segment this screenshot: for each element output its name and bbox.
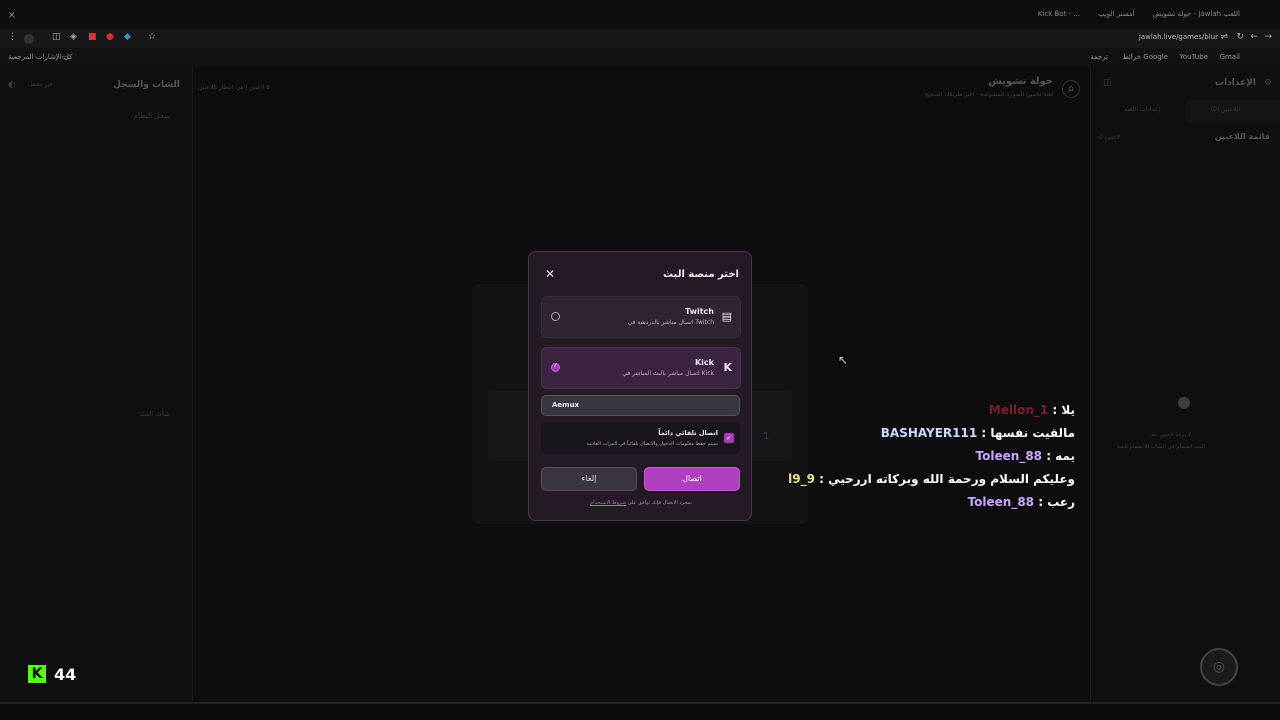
chat-message: Mellon_1 : يلا xyxy=(988,403,1075,417)
bookmarks-bar: كل الإشارات المرجعية ▭ Gmail YouTube خرا… xyxy=(0,48,1280,66)
game-status: ٥ لاعبين | في انتظار اللاعبين xyxy=(198,84,270,91)
players-count: 0 لاعبين xyxy=(1099,134,1120,141)
kick-icon: K xyxy=(723,361,732,374)
viewer-count: 44 xyxy=(54,664,77,684)
twitch-name: Twitch xyxy=(685,307,714,316)
menu-icon[interactable]: ⋮ xyxy=(8,32,17,42)
chat-username: l9_9 xyxy=(788,472,815,486)
bookmark-translate[interactable]: ترجمة xyxy=(1090,53,1108,61)
system-log-label[interactable]: سجل النظام xyxy=(134,112,170,120)
game-title: جولة تشويش xyxy=(988,76,1053,87)
chat-username: BASHAYER111 xyxy=(880,426,978,440)
stream-chat-label[interactable]: شات البث xyxy=(140,410,170,418)
kick-logo-icon: K xyxy=(28,665,46,683)
chat-message: l9_9 : وعليكم السلام ورحمة الله وبركاته … xyxy=(788,472,1075,486)
chat-filter-select[interactable]: غير نشط xyxy=(30,81,53,88)
forward-icon[interactable]: ← xyxy=(1250,32,1258,42)
tab-players-label: اللاعبين (0) xyxy=(1210,106,1240,113)
close-window-icon[interactable]: ✕ xyxy=(8,11,16,21)
close-icon[interactable]: ✕ xyxy=(545,267,555,281)
kick-option[interactable]: K Kick اتصال مباشر بالبث المباشر في Kick xyxy=(541,347,741,389)
modal-title: اختر منصة البث xyxy=(663,269,739,280)
kick-desc: اتصال مباشر بالبث المباشر في Kick xyxy=(622,370,714,377)
modal-footer: بمجرد الاتصال فإنك توافق على شروط الاستخ… xyxy=(529,500,753,506)
settings-title: الإعدادات xyxy=(1215,78,1256,88)
chat-text: رعب xyxy=(1047,495,1075,509)
bottom-bar xyxy=(0,702,1280,720)
chat-panel-title: الشات والسجل xyxy=(113,80,180,90)
profile-avatar[interactable] xyxy=(24,34,34,44)
auto-connect-desc: سيتم حفظ معلومات الدخول والاتصال تلقائيا… xyxy=(586,441,718,447)
home-icon[interactable]: ⌂ xyxy=(1062,80,1080,98)
settings-icon: ⚙ xyxy=(1263,78,1272,88)
browser-nav-bar: ⋮ ◫ ◈ ■ ● ◆ ☆ jawlah.live/games/blur ⇌ ↻… xyxy=(0,30,1280,48)
browser-tab[interactable]: أمستر الويب xyxy=(1098,10,1135,18)
card-number: 1 xyxy=(763,431,770,442)
platform-modal: اختر منصة البث ✕ ▤ Twitch اتصال مباشر با… xyxy=(528,251,752,521)
auto-connect-title: اتصال تلقائي دائماً xyxy=(658,429,718,437)
toggle-icon[interactable]: ◐ xyxy=(8,80,16,90)
bookmark-gmail[interactable]: Gmail xyxy=(1220,53,1240,61)
folder-icon: ▭ xyxy=(62,53,69,61)
twitch-radio[interactable] xyxy=(551,312,560,321)
kick-radio[interactable] xyxy=(551,362,560,372)
back-icon[interactable]: → xyxy=(1264,32,1272,42)
streamer-logo: ◎ xyxy=(1200,648,1238,686)
tab-game-settings[interactable]: إعدادات اللعبة xyxy=(1125,106,1160,113)
cancel-button[interactable]: إلغاء xyxy=(541,467,637,491)
username-input[interactable]: Aemux xyxy=(541,395,740,416)
chat-username: Toleen_88 xyxy=(975,449,1043,463)
empty-players-text: لا يوجد لاعبين بعد xyxy=(1151,432,1192,438)
collapse-icon[interactable]: ◫ xyxy=(1103,78,1112,88)
chat-username: Toleen_88 xyxy=(967,495,1035,509)
auto-connect-checkbox[interactable]: ✓ xyxy=(724,433,734,443)
footer-text: بمجرد الاتصال فإنك توافق على xyxy=(627,500,692,506)
settings-panel: الإعدادات ⚙ ◫ اللاعبين (0) إعدادات اللعب… xyxy=(1090,66,1280,702)
bookmark-star-icon[interactable]: ☆ xyxy=(148,32,156,42)
site-settings-icon[interactable]: ⇌ xyxy=(1220,32,1228,42)
chat-text: يمه xyxy=(1055,449,1075,463)
mouse-cursor: ↖ xyxy=(838,353,849,367)
players-list-title: قائمة اللاعبين xyxy=(1214,132,1270,141)
reload-icon[interactable]: ↻ xyxy=(1236,32,1244,42)
chat-text: مالقيت نفسها xyxy=(990,426,1075,440)
twitch-option[interactable]: ▤ Twitch اتصال مباشر بالدردشة في Twitch xyxy=(541,296,741,338)
extension-icon[interactable]: ◫ xyxy=(52,32,61,42)
bookmark-maps[interactable]: خرائط Google xyxy=(1122,53,1168,61)
chat-username: Mellon_1 xyxy=(988,403,1049,417)
user-icon: ● xyxy=(1177,392,1191,411)
connect-button[interactable]: اتصال xyxy=(644,467,740,491)
browser-tab-bar: ✕ Kick Bot - ... أمستر الويب جولة تشويش … xyxy=(0,0,1280,30)
chat-text: وعليكم السلام ورحمة الله وبركاته اررحيي xyxy=(828,472,1075,486)
browser-tab[interactable]: Kick Bot - ... xyxy=(1038,10,1080,18)
chat-text: يلا xyxy=(1061,403,1075,417)
bookmark-youtube[interactable]: YouTube xyxy=(1180,53,1208,61)
kick-viewer-counter: K 44 xyxy=(28,664,76,684)
extension-icon[interactable]: ◆ xyxy=(124,32,131,42)
game-subtitle: لعبة تخمين الصورة المشوشة - اختر طريقك ا… xyxy=(924,91,1053,98)
chat-message: BASHAYER111 : مالقيت نفسها xyxy=(880,426,1075,440)
adblock-icon[interactable]: ● xyxy=(106,32,114,42)
address-bar[interactable]: jawlah.live/games/blur xyxy=(1139,33,1218,41)
empty-players-hint: اكتب انضمام في الشات للانضمام للعبة xyxy=(1117,444,1206,450)
chat-panel: الشات والسجل غير نشط ◐ سجل النظام شات ال… xyxy=(0,66,193,702)
twitch-desc: اتصال مباشر بالدردشة في Twitch xyxy=(627,319,714,326)
chat-message: Toleen_88 : رعب xyxy=(967,495,1075,509)
twitch-icon: ▤ xyxy=(721,310,732,323)
chat-message: Toleen_88 : يمه xyxy=(975,449,1075,463)
kick-name: Kick xyxy=(694,358,714,367)
terms-link[interactable]: شروط الاستخدام xyxy=(590,500,626,506)
auto-connect-box[interactable]: اتصال تلقائي دائماً سيتم حفظ معلومات الد… xyxy=(541,422,740,454)
shield-icon[interactable]: ◈ xyxy=(70,32,77,42)
extension-icon[interactable]: ■ xyxy=(88,32,97,42)
browser-tab-active[interactable]: جولة تشويش - Jawlah اللعب xyxy=(1153,10,1240,18)
